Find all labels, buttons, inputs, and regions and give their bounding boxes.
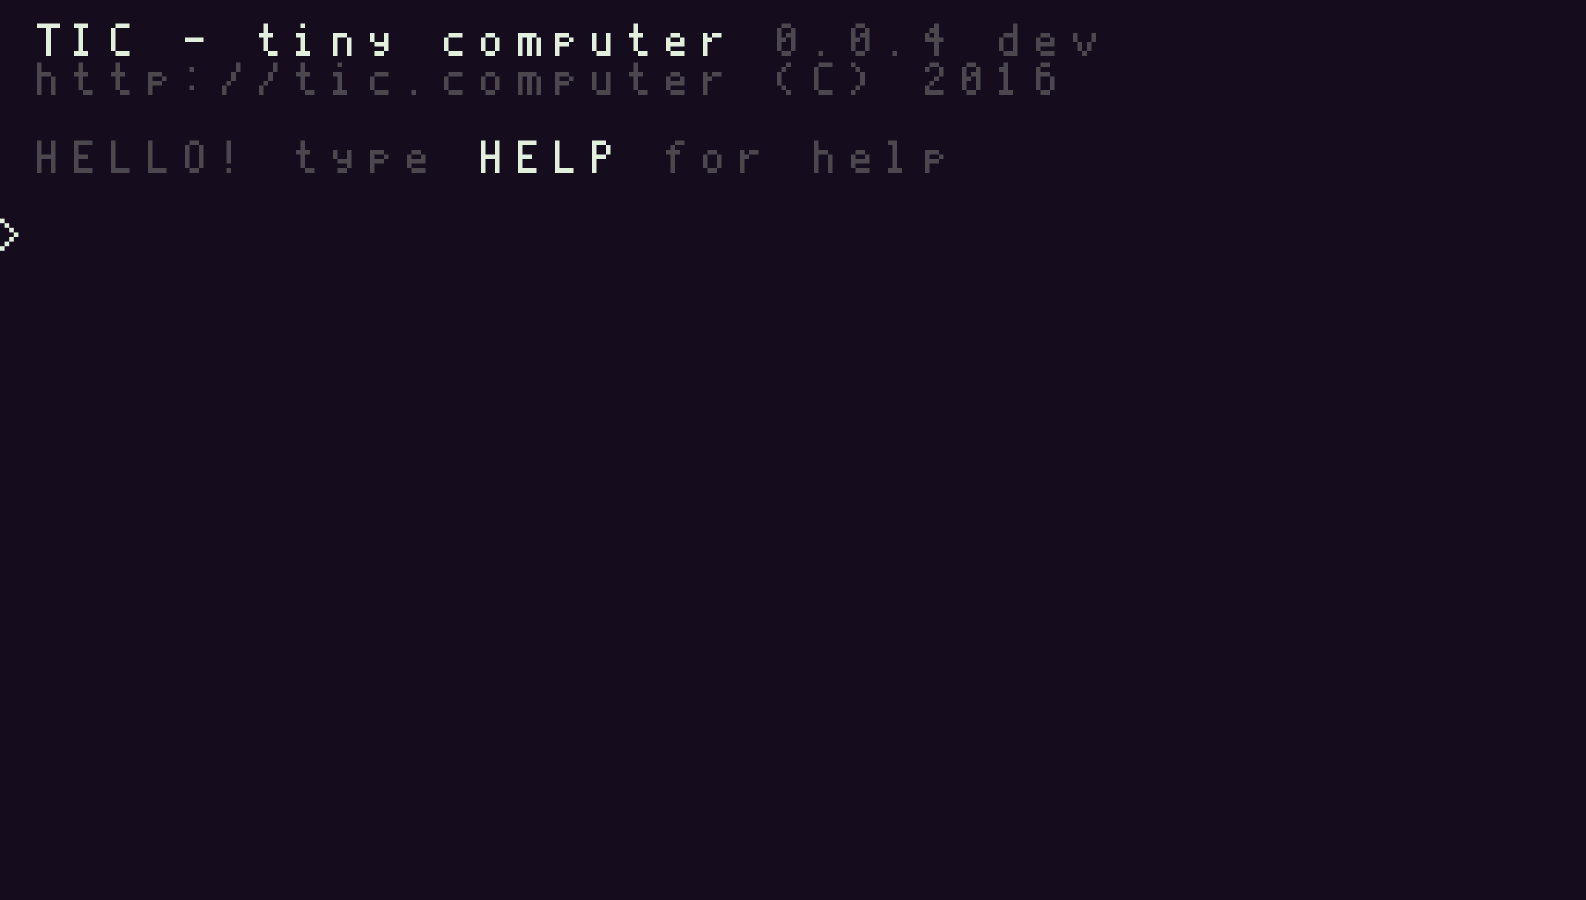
tic80-console-screen[interactable]: [0, 0, 1586, 900]
console-prompt-row[interactable]: [0, 214, 74, 258]
console-line: [37, 19, 1147, 58]
console-line: [37, 136, 999, 175]
prompt-caret-icon: [0, 218, 74, 258]
console-line: [37, 58, 1110, 97]
